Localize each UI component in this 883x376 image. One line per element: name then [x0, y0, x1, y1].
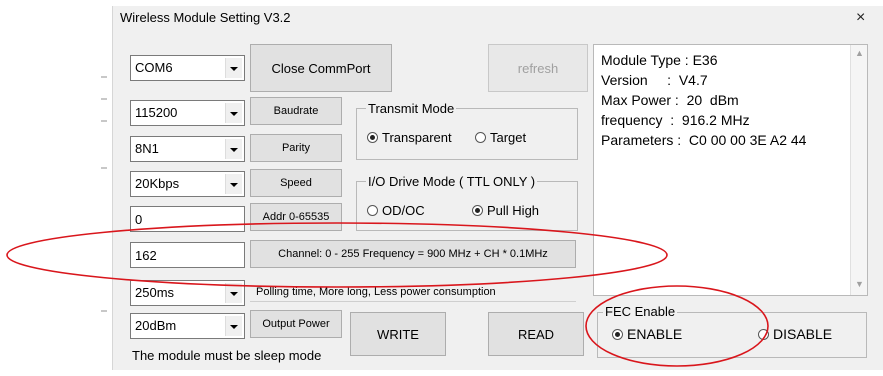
annotation-overlay	[6, 222, 769, 367]
fec-highlight-ellipse	[585, 285, 769, 367]
channel-highlight-ellipse	[6, 222, 668, 288]
